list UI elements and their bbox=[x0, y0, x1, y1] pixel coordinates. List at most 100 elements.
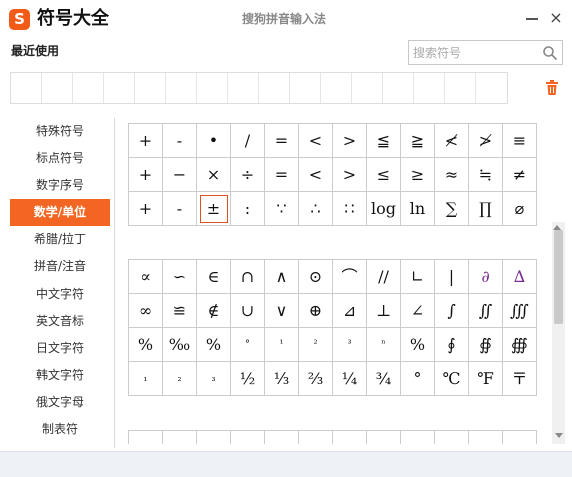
symbol-cell[interactable]: ∉ bbox=[197, 294, 231, 328]
symbol-cell[interactable]: ¾ bbox=[367, 362, 401, 396]
symbol-cell[interactable]: ≦ bbox=[367, 124, 401, 158]
symbol-cell[interactable]: ∮ bbox=[435, 328, 469, 362]
sidebar-item[interactable]: 制表符 bbox=[10, 416, 110, 443]
symbol-cell[interactable]: : bbox=[231, 192, 265, 226]
symbol-cell[interactable]: ≤ bbox=[367, 158, 401, 192]
symbol-cell[interactable]: ∨ bbox=[265, 294, 299, 328]
symbol-cell[interactable]: - bbox=[163, 124, 197, 158]
symbol-cell[interactable]: + bbox=[129, 124, 163, 158]
symbol-cell[interactable] bbox=[265, 431, 299, 444]
symbol-cell[interactable]: ⊿ bbox=[333, 294, 367, 328]
symbol-cell[interactable]: ¼ bbox=[333, 362, 367, 396]
symbol-cell[interactable]: < bbox=[299, 124, 333, 158]
symbol-cell[interactable]: ∩ bbox=[231, 260, 265, 294]
sidebar-item[interactable]: 特殊符号 bbox=[10, 118, 110, 145]
recent-slot[interactable] bbox=[414, 73, 445, 103]
recent-slot[interactable] bbox=[445, 73, 476, 103]
symbol-cell[interactable]: ∠ bbox=[401, 294, 435, 328]
symbol-cell[interactable]: ≧ bbox=[401, 124, 435, 158]
symbol-cell[interactable]: ≈ bbox=[435, 158, 469, 192]
symbol-cell[interactable]: ≡ bbox=[503, 124, 537, 158]
symbol-cell[interactable]: ∑ bbox=[435, 192, 469, 226]
symbol-cell[interactable]: ∟ bbox=[401, 260, 435, 294]
symbol-cell[interactable]: ± bbox=[197, 192, 231, 226]
symbol-cell[interactable]: ∂ bbox=[469, 260, 503, 294]
scrollbar-thumb[interactable] bbox=[554, 230, 563, 324]
scroll-down-arrow-icon[interactable] bbox=[555, 433, 563, 438]
symbol-cell[interactable]: ₂ bbox=[163, 362, 197, 396]
scroll-up-arrow-icon[interactable] bbox=[553, 225, 561, 230]
symbol-cell[interactable]: % bbox=[401, 328, 435, 362]
symbol-cell[interactable]: − bbox=[163, 158, 197, 192]
search-box[interactable] bbox=[408, 40, 563, 65]
sidebar-item[interactable]: 拼音/注音 bbox=[10, 253, 110, 280]
symbol-cell[interactable]: log bbox=[367, 192, 401, 226]
symbol-cell[interactable] bbox=[129, 431, 163, 444]
symbol-cell[interactable]: × bbox=[197, 158, 231, 192]
symbol-cell[interactable]: ² bbox=[299, 328, 333, 362]
symbol-cell[interactable]: ⅔ bbox=[299, 362, 333, 396]
sidebar-item[interactable]: 韩文字符 bbox=[10, 362, 110, 389]
symbol-cell[interactable] bbox=[401, 431, 435, 444]
symbol-cell[interactable]: ÷ bbox=[231, 158, 265, 192]
recent-slot[interactable] bbox=[197, 73, 228, 103]
sidebar-item[interactable]: 数字序号 bbox=[10, 172, 110, 199]
sidebar-item[interactable]: 希腊/拉丁 bbox=[10, 226, 110, 253]
symbol-cell[interactable]: = bbox=[265, 158, 299, 192]
symbol-cell[interactable]: ∞ bbox=[129, 294, 163, 328]
symbol-cell[interactable] bbox=[299, 431, 333, 444]
symbol-cell[interactable]: ∽ bbox=[163, 260, 197, 294]
symbol-cell[interactable]: ∈ bbox=[197, 260, 231, 294]
recent-slot[interactable] bbox=[104, 73, 135, 103]
recent-slot[interactable] bbox=[259, 73, 290, 103]
symbol-cell[interactable]: ∯ bbox=[469, 328, 503, 362]
sidebar-item[interactable]: 数学/单位 bbox=[10, 199, 110, 227]
symbol-cell[interactable]: % bbox=[197, 328, 231, 362]
recent-slot[interactable] bbox=[321, 73, 352, 103]
symbol-cell[interactable]: ⊙ bbox=[299, 260, 333, 294]
symbol-cell[interactable]: > bbox=[333, 158, 367, 192]
symbol-cell[interactable]: < bbox=[299, 158, 333, 192]
search-input[interactable] bbox=[413, 44, 533, 62]
scrollbar[interactable] bbox=[552, 222, 565, 444]
sidebar-item[interactable]: 中文字符 bbox=[10, 281, 110, 308]
symbol-cell[interactable]: ½ bbox=[231, 362, 265, 396]
symbol-cell[interactable]: - bbox=[163, 192, 197, 226]
recent-slot[interactable] bbox=[166, 73, 197, 103]
symbol-cell[interactable]: ∪ bbox=[231, 294, 265, 328]
symbol-cell[interactable]: ∫ bbox=[435, 294, 469, 328]
symbol-cell[interactable]: ∴ bbox=[299, 192, 333, 226]
symbol-cell[interactable]: ∬ bbox=[469, 294, 503, 328]
symbol-cell[interactable]: ‰ bbox=[163, 328, 197, 362]
recent-slot[interactable] bbox=[11, 73, 42, 103]
symbol-cell[interactable]: + bbox=[129, 192, 163, 226]
minimize-button[interactable] bbox=[523, 9, 541, 27]
symbol-cell[interactable]: ⊥ bbox=[367, 294, 401, 328]
close-button[interactable]: × bbox=[547, 9, 565, 27]
sidebar-item[interactable]: 标点符号 bbox=[10, 145, 110, 172]
symbol-cell[interactable]: ¹ bbox=[265, 328, 299, 362]
symbol-cell[interactable]: ℉ bbox=[469, 362, 503, 396]
symbol-cell[interactable] bbox=[469, 431, 503, 444]
symbol-cell[interactable]: ⅓ bbox=[265, 362, 299, 396]
recent-slot[interactable] bbox=[290, 73, 321, 103]
symbol-cell[interactable]: 〒 bbox=[503, 362, 537, 396]
sidebar-item[interactable]: 日文字符 bbox=[10, 335, 110, 362]
symbol-cell[interactable]: ≒ bbox=[469, 158, 503, 192]
symbol-cell[interactable]: ⌀ bbox=[503, 192, 537, 226]
symbol-cell[interactable]: ° bbox=[401, 362, 435, 396]
symbol-cell[interactable]: ∷ bbox=[333, 192, 367, 226]
trash-icon[interactable] bbox=[545, 80, 559, 96]
symbol-cell[interactable] bbox=[503, 431, 537, 444]
symbol-cell[interactable]: ≯ bbox=[469, 124, 503, 158]
symbol-cell[interactable]: ≮ bbox=[435, 124, 469, 158]
search-icon[interactable] bbox=[542, 45, 558, 61]
symbol-cell[interactable]: ℃ bbox=[435, 362, 469, 396]
symbol-cell[interactable]: ∵ bbox=[265, 192, 299, 226]
symbol-cell[interactable]: = bbox=[265, 124, 299, 158]
symbol-cell[interactable]: ≌ bbox=[163, 294, 197, 328]
symbol-cell[interactable]: ∏ bbox=[469, 192, 503, 226]
symbol-cell[interactable]: ∧ bbox=[265, 260, 299, 294]
symbol-cell[interactable]: ∭ bbox=[503, 294, 537, 328]
recent-slot[interactable] bbox=[383, 73, 414, 103]
